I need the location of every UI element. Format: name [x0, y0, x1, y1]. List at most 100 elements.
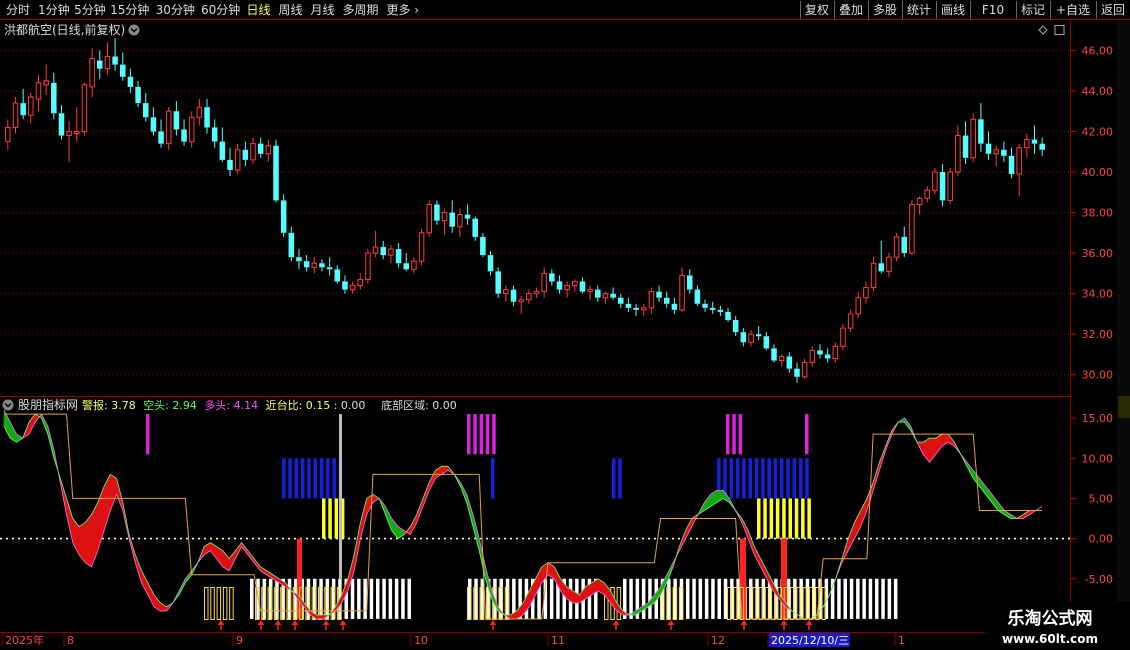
candle-body	[326, 267, 333, 270]
period-tab[interactable]: 周线	[278, 3, 302, 17]
candle-body	[778, 355, 785, 362]
period-tab[interactable]: 30分钟	[156, 2, 195, 17]
right-side-tab[interactable]	[1118, 396, 1130, 418]
diamond-icon[interactable]	[1038, 25, 1048, 35]
candle-body	[89, 58, 95, 88]
period-tab[interactable]: 15分钟	[110, 2, 149, 17]
candle	[786, 352, 793, 373]
candle-body	[219, 141, 226, 160]
candle	[801, 358, 808, 379]
white-signal-bar	[711, 578, 715, 619]
candle	[411, 257, 417, 274]
period-tab[interactable]: 更多 ›	[386, 3, 419, 17]
period-tab[interactable]: 多周期	[342, 3, 378, 17]
period-tab[interactable]: 5分钟	[74, 2, 106, 17]
candle-body	[135, 86, 141, 104]
yellow-signal-bar	[334, 498, 339, 539]
candle	[219, 127, 226, 162]
indicator-menu-icon[interactable]	[2, 399, 14, 411]
candle-body	[970, 118, 976, 159]
magenta-signal-bar	[485, 414, 490, 455]
candle-body	[74, 130, 80, 135]
legend-entry: 近台比: 0.15	[266, 398, 331, 412]
white-signal-bar	[250, 578, 254, 619]
hollow-bar	[210, 587, 215, 620]
blue-signal-bar	[319, 458, 324, 499]
candle-body	[549, 273, 555, 282]
candle	[365, 249, 371, 284]
candle-body	[610, 293, 616, 298]
candle	[1031, 125, 1038, 154]
candle-body	[242, 149, 249, 160]
candle-body	[985, 143, 992, 154]
candle	[97, 50, 103, 79]
candle	[326, 257, 333, 276]
candle-body	[916, 197, 923, 205]
blue-signal-bar	[300, 458, 305, 499]
candle-body	[20, 103, 26, 116]
period-tab[interactable]: 60分钟	[201, 2, 240, 17]
white-signal-bar	[686, 578, 690, 619]
yellow-signal-bar	[328, 498, 332, 539]
candle-body	[870, 262, 877, 289]
title-dropdown-icon[interactable]	[128, 24, 140, 36]
yellow-signal-bar	[794, 498, 799, 539]
white-signal-bar	[868, 578, 873, 619]
ribbon-segment	[260, 566, 267, 576]
white-signal-bar	[394, 578, 399, 619]
candle	[610, 287, 616, 300]
candle	[702, 299, 708, 312]
candle-body	[901, 236, 908, 254]
candle	[863, 281, 869, 304]
candle-body	[840, 327, 846, 347]
toolbar-button[interactable]: +自选	[1056, 3, 1090, 17]
candle	[288, 226, 295, 262]
toolbar-button[interactable]: 返回	[1101, 3, 1125, 17]
candle-body	[418, 232, 425, 262]
candle-body	[587, 289, 593, 293]
toolbar-button[interactable]: 画线	[941, 3, 965, 17]
toolbar-button[interactable]: 叠加	[839, 3, 863, 17]
period-tab[interactable]: 1分钟	[38, 2, 70, 17]
window-icon[interactable]	[1054, 25, 1065, 35]
period-tab[interactable]: 日线	[246, 3, 270, 17]
candle-body	[112, 56, 118, 65]
indicator-title: 股朋指标网	[18, 397, 78, 412]
toolbar-button[interactable]: F10	[982, 3, 1004, 17]
candle	[372, 230, 379, 258]
candle	[464, 204, 471, 225]
hollow-bar	[229, 587, 234, 620]
candle-body	[127, 76, 134, 87]
toolbar-button[interactable]: 多股	[873, 3, 897, 17]
candle-body	[43, 80, 49, 86]
candle-body	[234, 149, 241, 171]
y-tick-label: 34.00	[1082, 288, 1114, 301]
white-signal-bar	[843, 578, 847, 619]
candle-body	[886, 256, 892, 272]
candle-body	[939, 172, 946, 201]
candle	[234, 143, 241, 175]
candle	[158, 119, 164, 148]
period-tab[interactable]: 分时	[6, 3, 30, 17]
candle-body	[1024, 139, 1030, 149]
blue-signal-bar	[748, 458, 752, 499]
ribbon-segment	[16, 433, 24, 443]
ribbon-segment	[316, 614, 324, 620]
candle	[74, 107, 80, 142]
yellow-signal-bar	[807, 498, 811, 539]
candle	[357, 273, 364, 290]
candle	[878, 240, 885, 274]
candle-body	[250, 143, 256, 161]
magenta-signal-bar	[146, 414, 150, 455]
toolbar-button[interactable]: 统计	[907, 3, 931, 17]
candle-body	[518, 299, 524, 303]
ribbon-segment	[353, 522, 361, 571]
candle-body	[671, 303, 678, 310]
ribbon-segment	[985, 485, 993, 504]
white-signal-bar	[830, 578, 835, 619]
candle	[12, 97, 19, 134]
toolbar-button[interactable]: 复权	[805, 3, 829, 17]
period-tab[interactable]: 月线	[310, 3, 334, 17]
ribbon-segment	[1004, 509, 1012, 520]
toolbar-button[interactable]: 标记	[1021, 3, 1045, 17]
